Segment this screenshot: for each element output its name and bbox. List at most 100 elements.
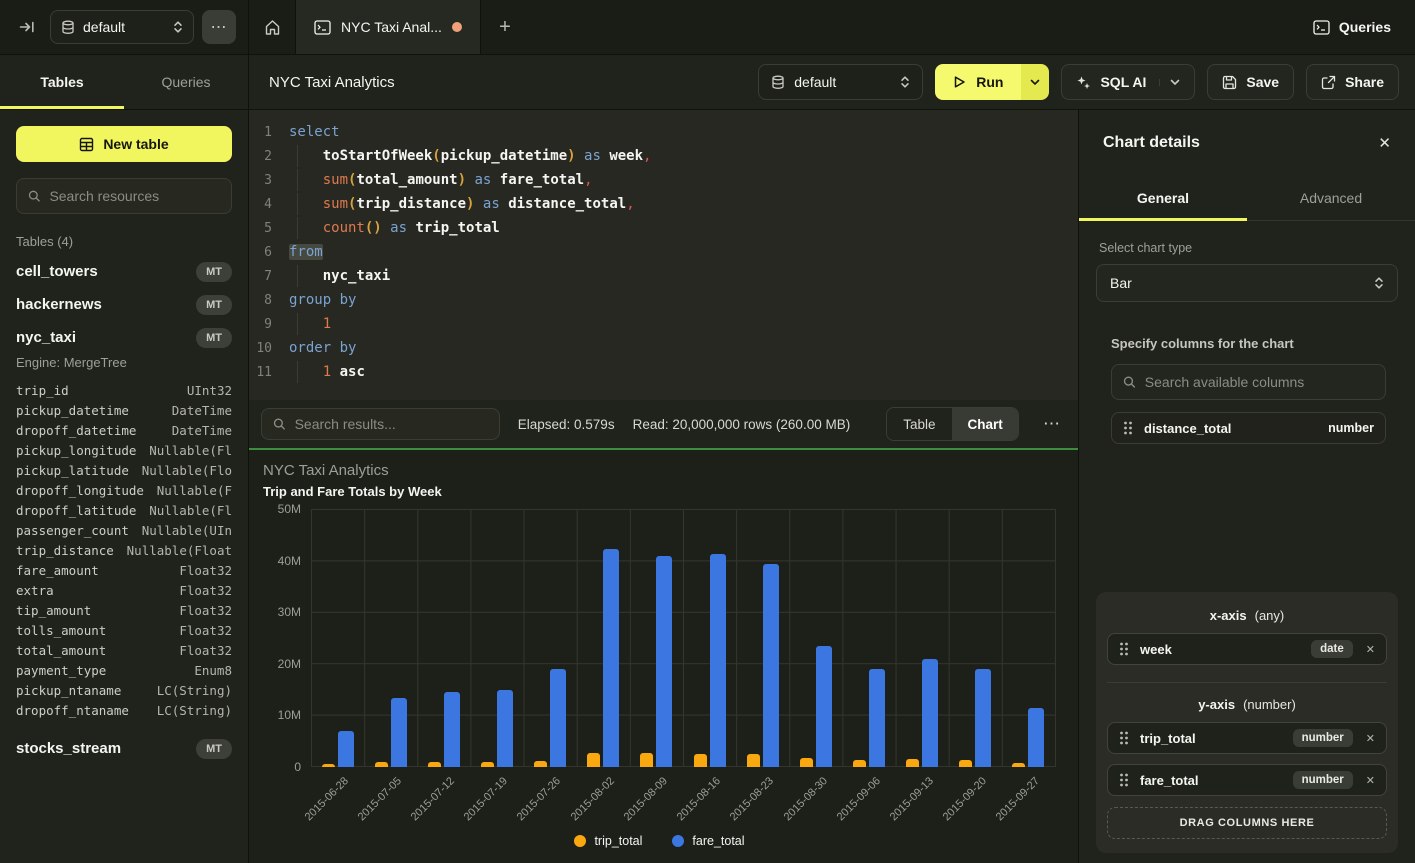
drag-handle-icon[interactable] bbox=[1123, 421, 1133, 435]
code-text: group by bbox=[289, 292, 356, 308]
code-line[interactable]: 4 sum(trip_distance) as distance_total, bbox=[249, 192, 1078, 216]
code-line[interactable]: 5 count() as trip_total bbox=[249, 216, 1078, 240]
bar-fare_total[interactable] bbox=[975, 669, 991, 767]
view-toggle-chart[interactable]: Chart bbox=[952, 408, 1019, 440]
legend-item[interactable]: trip_total bbox=[574, 834, 642, 848]
results-search-input[interactable] bbox=[295, 416, 488, 432]
column-name: dropoff_latitude bbox=[16, 503, 136, 518]
bar-trip_total[interactable] bbox=[587, 753, 600, 767]
view-toggle-table[interactable]: Table bbox=[887, 408, 951, 440]
column-pill-row[interactable]: distance_totalnumber bbox=[1111, 412, 1386, 444]
sidebar-database-selector[interactable]: default bbox=[50, 10, 194, 44]
table-row[interactable]: cell_towersMT bbox=[16, 255, 232, 288]
column-pill-row[interactable]: weekdate✕ bbox=[1107, 633, 1387, 665]
results-search[interactable] bbox=[261, 408, 500, 440]
legend-marker bbox=[672, 835, 684, 847]
code-line[interactable]: 8group by bbox=[249, 288, 1078, 312]
code-token: fare_total bbox=[500, 172, 584, 188]
code-line[interactable]: 9 1 bbox=[249, 312, 1078, 336]
code-line[interactable]: 7 nyc_taxi bbox=[249, 264, 1078, 288]
columns-search-input[interactable] bbox=[1145, 374, 1374, 390]
bar-trip_total[interactable] bbox=[959, 760, 972, 767]
code-line[interactable]: 2 toStartOfWeek(pickup_datetime) as week… bbox=[249, 144, 1078, 168]
new-table-button[interactable]: New table bbox=[16, 126, 232, 162]
sidebar-tab-tables[interactable]: Tables bbox=[0, 55, 124, 109]
run-button-main[interactable]: Run bbox=[935, 64, 1021, 100]
code-line[interactable]: 1select bbox=[249, 120, 1078, 144]
column-type-badge: number bbox=[1293, 771, 1353, 789]
sidebar-tab-queries[interactable]: Queries bbox=[124, 55, 248, 109]
bar-fare_total[interactable] bbox=[656, 556, 672, 767]
code-token: nyc_taxi bbox=[323, 268, 390, 284]
column-name: payment_type bbox=[16, 663, 106, 678]
drag-handle-icon[interactable] bbox=[1119, 731, 1129, 745]
home-button[interactable] bbox=[249, 0, 296, 54]
column-pill-row[interactable]: trip_totalnumber✕ bbox=[1107, 722, 1387, 754]
share-button[interactable]: Share bbox=[1306, 64, 1399, 100]
new-tab-button[interactable]: + bbox=[481, 0, 529, 54]
code-line[interactable]: 3 sum(total_amount) as fare_total, bbox=[249, 168, 1078, 192]
queries-button[interactable]: Queries bbox=[1289, 0, 1415, 54]
run-options-caret[interactable] bbox=[1021, 64, 1049, 100]
bar-fare_total[interactable] bbox=[1028, 708, 1044, 767]
save-button[interactable]: Save bbox=[1207, 64, 1294, 100]
drop-zone[interactable]: DRAG COLUMNS HERE bbox=[1107, 807, 1387, 839]
bar-fare_total[interactable] bbox=[763, 564, 779, 767]
sidebar-more-button[interactable]: ⋯ bbox=[202, 10, 236, 44]
legend-label: fare_total bbox=[692, 834, 744, 848]
resources-search[interactable] bbox=[16, 178, 232, 214]
query-tab-title: NYC Taxi Anal... bbox=[341, 19, 442, 35]
bar-fare_total[interactable] bbox=[550, 669, 566, 767]
bar-fare_total[interactable] bbox=[444, 692, 460, 767]
bar-fare_total[interactable] bbox=[710, 554, 726, 767]
chart-type-select[interactable]: Bar bbox=[1096, 264, 1398, 302]
bar-fare_total[interactable] bbox=[338, 731, 354, 767]
column-pill-row[interactable]: fare_totalnumber✕ bbox=[1107, 764, 1387, 796]
bar-trip_total[interactable] bbox=[906, 759, 919, 767]
legend-item[interactable]: fare_total bbox=[672, 834, 744, 848]
resources-search-input[interactable] bbox=[49, 188, 220, 204]
remove-column-button[interactable]: ✕ bbox=[1364, 643, 1375, 656]
available-columns-list: distance_totalnumber bbox=[1111, 412, 1386, 444]
table-row[interactable]: nyc_taxiMT bbox=[16, 321, 232, 354]
column-type: Nullable(F bbox=[157, 483, 232, 498]
bar-fare_total[interactable] bbox=[603, 549, 619, 767]
share-icon bbox=[1321, 75, 1336, 90]
bar-trip_total[interactable] bbox=[853, 760, 866, 767]
bar-trip_total[interactable] bbox=[800, 758, 813, 767]
bar-fare_total[interactable] bbox=[391, 698, 407, 767]
remove-column-button[interactable]: ✕ bbox=[1364, 732, 1375, 745]
table-row[interactable]: hackernewsMT bbox=[16, 288, 232, 321]
query-tab-active[interactable]: NYC Taxi Anal... bbox=[296, 0, 481, 54]
drag-handle-icon[interactable] bbox=[1119, 773, 1129, 787]
sql-ai-caret[interactable] bbox=[1159, 79, 1180, 86]
sql-ai-button[interactable]: SQL AI bbox=[1061, 64, 1195, 100]
drag-handle-icon[interactable] bbox=[1119, 642, 1129, 656]
column-type: Nullable(UIn bbox=[142, 523, 232, 538]
bar-fare_total[interactable] bbox=[497, 690, 513, 767]
header-database-selector[interactable]: default bbox=[758, 64, 923, 100]
panel-tab-advanced[interactable]: Advanced bbox=[1247, 175, 1415, 220]
bar-trip_total[interactable] bbox=[747, 754, 760, 767]
results-more-button[interactable]: ⋯ bbox=[1037, 414, 1066, 434]
code-token: as bbox=[466, 172, 500, 188]
code-line[interactable]: 6from bbox=[249, 240, 1078, 264]
sql-editor[interactable]: 1select2 toStartOfWeek(pickup_datetime) … bbox=[249, 110, 1078, 400]
collapse-sidebar-button[interactable] bbox=[12, 12, 42, 42]
bar-trip_total[interactable] bbox=[694, 754, 707, 767]
table-row[interactable]: stocks_streamMT bbox=[16, 732, 232, 765]
columns-search[interactable] bbox=[1111, 364, 1386, 400]
bar-trip_total[interactable] bbox=[640, 753, 653, 767]
panel-tab-general[interactable]: General bbox=[1079, 175, 1247, 220]
code-line[interactable]: 11 1 asc bbox=[249, 360, 1078, 384]
column-row: dropoff_latitudeNullable(Fl bbox=[16, 500, 232, 520]
column-pill-name: trip_total bbox=[1140, 731, 1282, 746]
bar-fare_total[interactable] bbox=[869, 669, 885, 767]
bar-fare_total[interactable] bbox=[816, 646, 832, 767]
bar-fare_total[interactable] bbox=[922, 659, 938, 767]
close-panel-button[interactable]: ✕ bbox=[1378, 134, 1391, 152]
remove-column-button[interactable]: ✕ bbox=[1364, 774, 1375, 787]
code-line[interactable]: 10order by bbox=[249, 336, 1078, 360]
run-button[interactable]: Run bbox=[935, 64, 1049, 100]
column-name: passenger_count bbox=[16, 523, 129, 538]
